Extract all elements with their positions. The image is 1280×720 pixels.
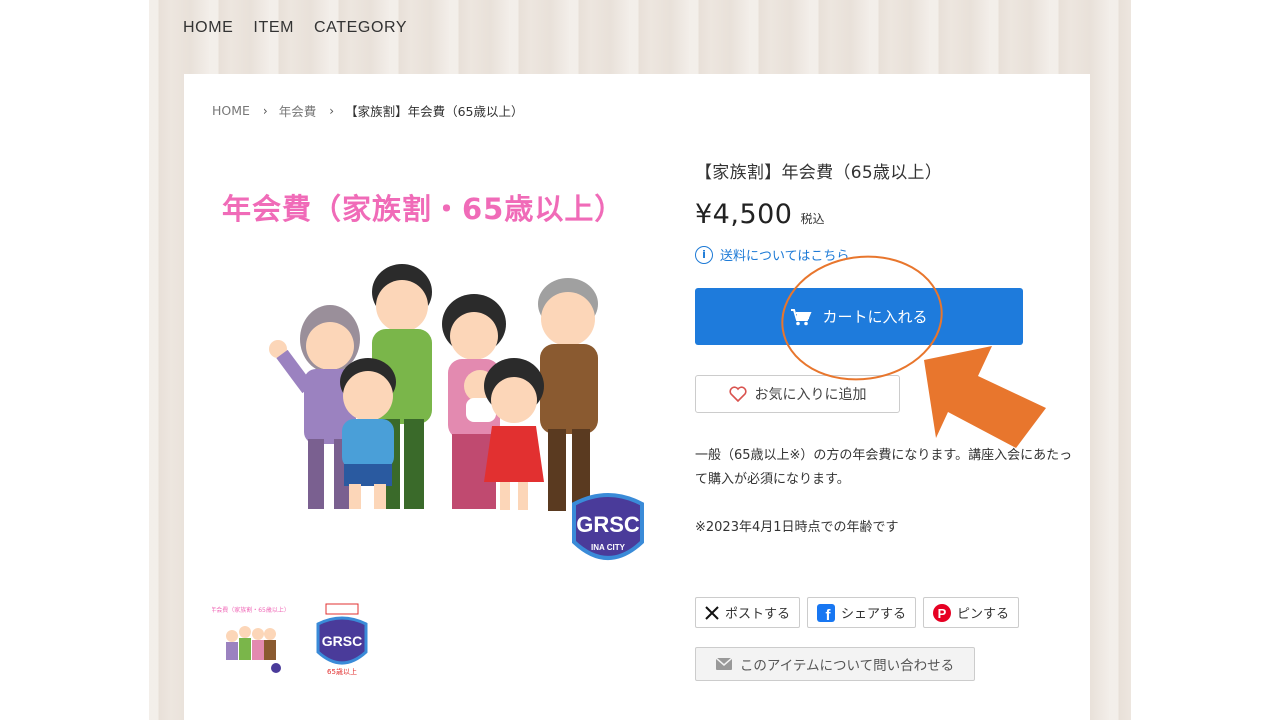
info-icon: i xyxy=(695,245,713,264)
nav-item[interactable]: ITEM xyxy=(253,19,294,37)
facebook-label: シェアする xyxy=(841,607,907,622)
pinterest-pin-button[interactable]: P ピンする xyxy=(923,597,1020,628)
breadcrumb-current: 【家族割】年会費（65歳以上） xyxy=(345,104,524,119)
add-to-cart-button[interactable]: カートに入れる xyxy=(695,288,1023,345)
price-row: ¥4,500 税込 xyxy=(695,199,1075,230)
envelope-icon xyxy=(715,658,732,670)
contact-label: このアイテムについて問い合わせる xyxy=(739,658,955,674)
add-to-cart-label: カートに入れる xyxy=(822,308,928,326)
breadcrumb-category[interactable]: 年会費 xyxy=(279,101,317,120)
facebook-share-button[interactable]: f シェアする xyxy=(807,597,917,628)
share-buttons: ポストする f シェアする P ピンする xyxy=(695,597,1020,628)
svg-text:65歳以上: 65歳以上 xyxy=(327,667,357,676)
svg-text:P: P xyxy=(938,606,947,621)
post-label: ポストする xyxy=(725,607,791,622)
product-description: 一般（65歳以上※）の方の年会費になります。講座入会にあたって購入が必須になりま… xyxy=(695,444,1075,540)
chevron-right-icon: › xyxy=(329,103,335,118)
pinterest-icon: P xyxy=(933,603,952,622)
contact-about-item-button[interactable]: このアイテムについて問い合わせる xyxy=(695,647,975,681)
age-note: ※2023年4月1日時点での年齢です xyxy=(695,520,899,535)
product-title: 【家族割】年会費（65歳以上） xyxy=(695,163,943,183)
grsc-logo-badge: GRSC INA CITY xyxy=(572,493,644,560)
thumbnail-family[interactable]: 年会費（家族割・65歳以上） xyxy=(210,602,290,678)
favorite-label: お気に入りに追加 xyxy=(754,387,867,403)
pin-label: ピンする xyxy=(957,607,1010,622)
heart-icon xyxy=(728,386,747,402)
add-to-favorites-button[interactable]: お気に入りに追加 xyxy=(695,375,900,413)
svg-text:INA CITY: INA CITY xyxy=(591,543,626,552)
top-nav: HOME ITEM CATEGORY xyxy=(183,19,407,37)
shipping-link[interactable]: i 送料についてはこちら xyxy=(695,245,1075,264)
breadcrumb: HOME › 年会費 › 【家族割】年会費（65歳以上） xyxy=(212,101,523,120)
family-illustration: GRSC INA CITY xyxy=(269,264,644,560)
cart-icon xyxy=(790,308,813,326)
nav-home[interactable]: HOME xyxy=(183,19,233,37)
svg-text:年会費（家族割・65歳以上）: 年会費（家族割・65歳以上） xyxy=(212,606,288,614)
shipping-link-text: 送料についてはこちら xyxy=(720,249,850,264)
tax-label: 税込 xyxy=(800,212,825,226)
x-logo-icon xyxy=(705,605,719,620)
facebook-icon: f xyxy=(817,603,836,622)
product-main-image[interactable]: 年会費（家族割・65歳以上） GRSC INA CITY xyxy=(212,164,662,594)
page-background: HOME ITEM CATEGORY HOME › 年会費 › 【家族割】年会費… xyxy=(149,0,1131,720)
thumbnail-list: 年会費（家族割・65歳以上） GRSC 65歳以上 xyxy=(210,602,380,678)
nav-category[interactable]: CATEGORY xyxy=(314,19,407,37)
chevron-right-icon: › xyxy=(262,103,268,118)
post-x-button[interactable]: ポストする xyxy=(695,597,801,628)
product-info: 【家族割】年会費（65歳以上） ¥4,500 税込 i 送料についてはこちら カ… xyxy=(695,158,1075,681)
breadcrumb-home[interactable]: HOME xyxy=(212,103,250,118)
product-price: ¥4,500 xyxy=(695,199,793,230)
product-card: HOME › 年会費 › 【家族割】年会費（65歳以上） 年会費（家族割・65歳… xyxy=(184,74,1090,720)
description-text: 一般（65歳以上※）の方の年会費になります。講座入会にあたって購入が必須になりま… xyxy=(695,448,1073,487)
svg-text:GRSC: GRSC xyxy=(576,512,640,537)
grsc-badge-thumbnail-icon: GRSC 65歳以上 xyxy=(316,603,368,676)
thumbnail-badge[interactable]: GRSC 65歳以上 xyxy=(304,602,380,678)
family-thumbnail-icon: 年会費（家族割・65歳以上） xyxy=(210,606,290,673)
svg-text:GRSC: GRSC xyxy=(322,633,362,649)
